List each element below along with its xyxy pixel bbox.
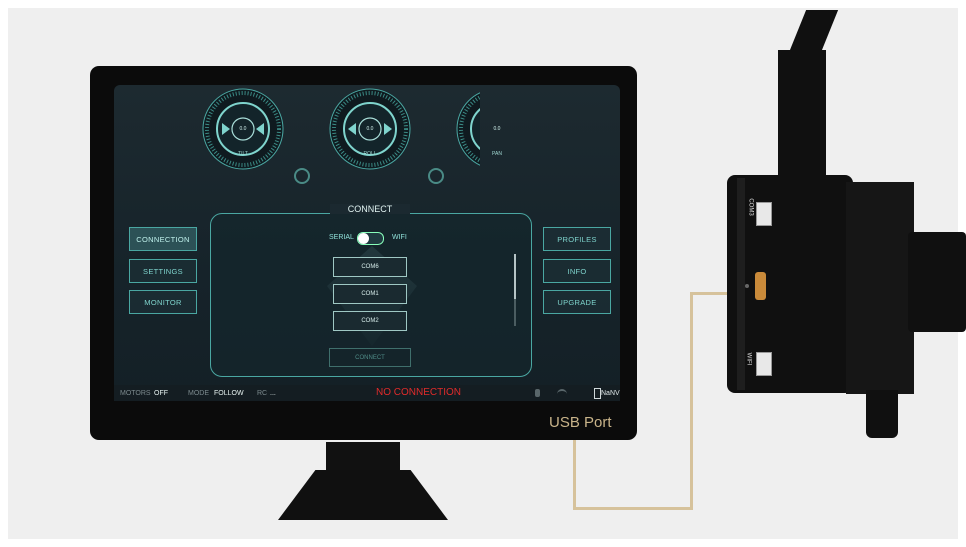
cable-segment (573, 440, 576, 510)
mode-value[interactable]: FOLLOW (214, 390, 244, 397)
recenter-left-icon[interactable] (294, 168, 310, 184)
connect-button[interactable]: CONNECT (329, 348, 411, 367)
roll-label: ROLL (363, 151, 377, 157)
nav-upgrade-button[interactable]: UPGRADE (543, 290, 611, 314)
connection-status: NO CONNECTION (376, 387, 461, 398)
serial-label: SERIAL (329, 234, 354, 241)
usb-port-label: USB Port (549, 414, 612, 431)
rc-label: RC (257, 390, 268, 397)
port-item-com1[interactable]: COM1 (333, 284, 407, 304)
nav-profiles-button[interactable]: PROFILES (543, 227, 611, 251)
nav-connection-button[interactable]: CONNECTION (129, 227, 197, 251)
nav-settings-button[interactable]: SETTINGS (129, 259, 197, 283)
toggle-knob (358, 233, 369, 244)
indicator-led (745, 284, 749, 288)
gimbal-clamp (908, 232, 966, 332)
wifi-port (756, 352, 772, 376)
gimbal-motor (846, 182, 914, 394)
cable-segment (690, 292, 693, 510)
cable-segment (573, 507, 693, 510)
com-port (756, 202, 772, 226)
usb-port (755, 272, 766, 300)
pan-label: PAN (492, 151, 502, 157)
scrollbar-thumb[interactable] (514, 254, 516, 299)
wifi-icon (557, 389, 567, 399)
port-item-com2[interactable]: COM2 (333, 311, 407, 331)
microphone-icon (535, 389, 540, 397)
gimbal-handle (866, 390, 898, 438)
rc-value: ... (270, 390, 276, 397)
battery-icon (594, 388, 601, 399)
motors-value[interactable]: OFF (154, 390, 168, 397)
gimbal-arm (778, 50, 826, 190)
port-item-com6[interactable]: COM6 (333, 257, 407, 277)
battery-value: NaNV (601, 390, 620, 397)
recenter-right-icon[interactable] (428, 168, 444, 184)
nav-info-button[interactable]: INFO (543, 259, 611, 283)
connect-title: CONNECT (330, 204, 410, 214)
pan-value: 0.0 (493, 126, 501, 132)
wifi-port-label: WIFI (745, 352, 752, 366)
monitor-neck (326, 442, 400, 472)
gimbal-ring (737, 178, 745, 390)
motors-label: MOTORS (120, 390, 151, 397)
pan-dial (456, 92, 480, 166)
nav-monitor-button[interactable]: MONITOR (129, 290, 197, 314)
tilt-value: 0.0 (239, 126, 247, 132)
wifi-label: WIFI (392, 234, 407, 241)
tilt-label: TILT (238, 151, 248, 157)
roll-value: 0.0 (366, 126, 374, 132)
mode-label: MODE (188, 390, 209, 397)
com-port-label: COM3 (747, 198, 754, 216)
